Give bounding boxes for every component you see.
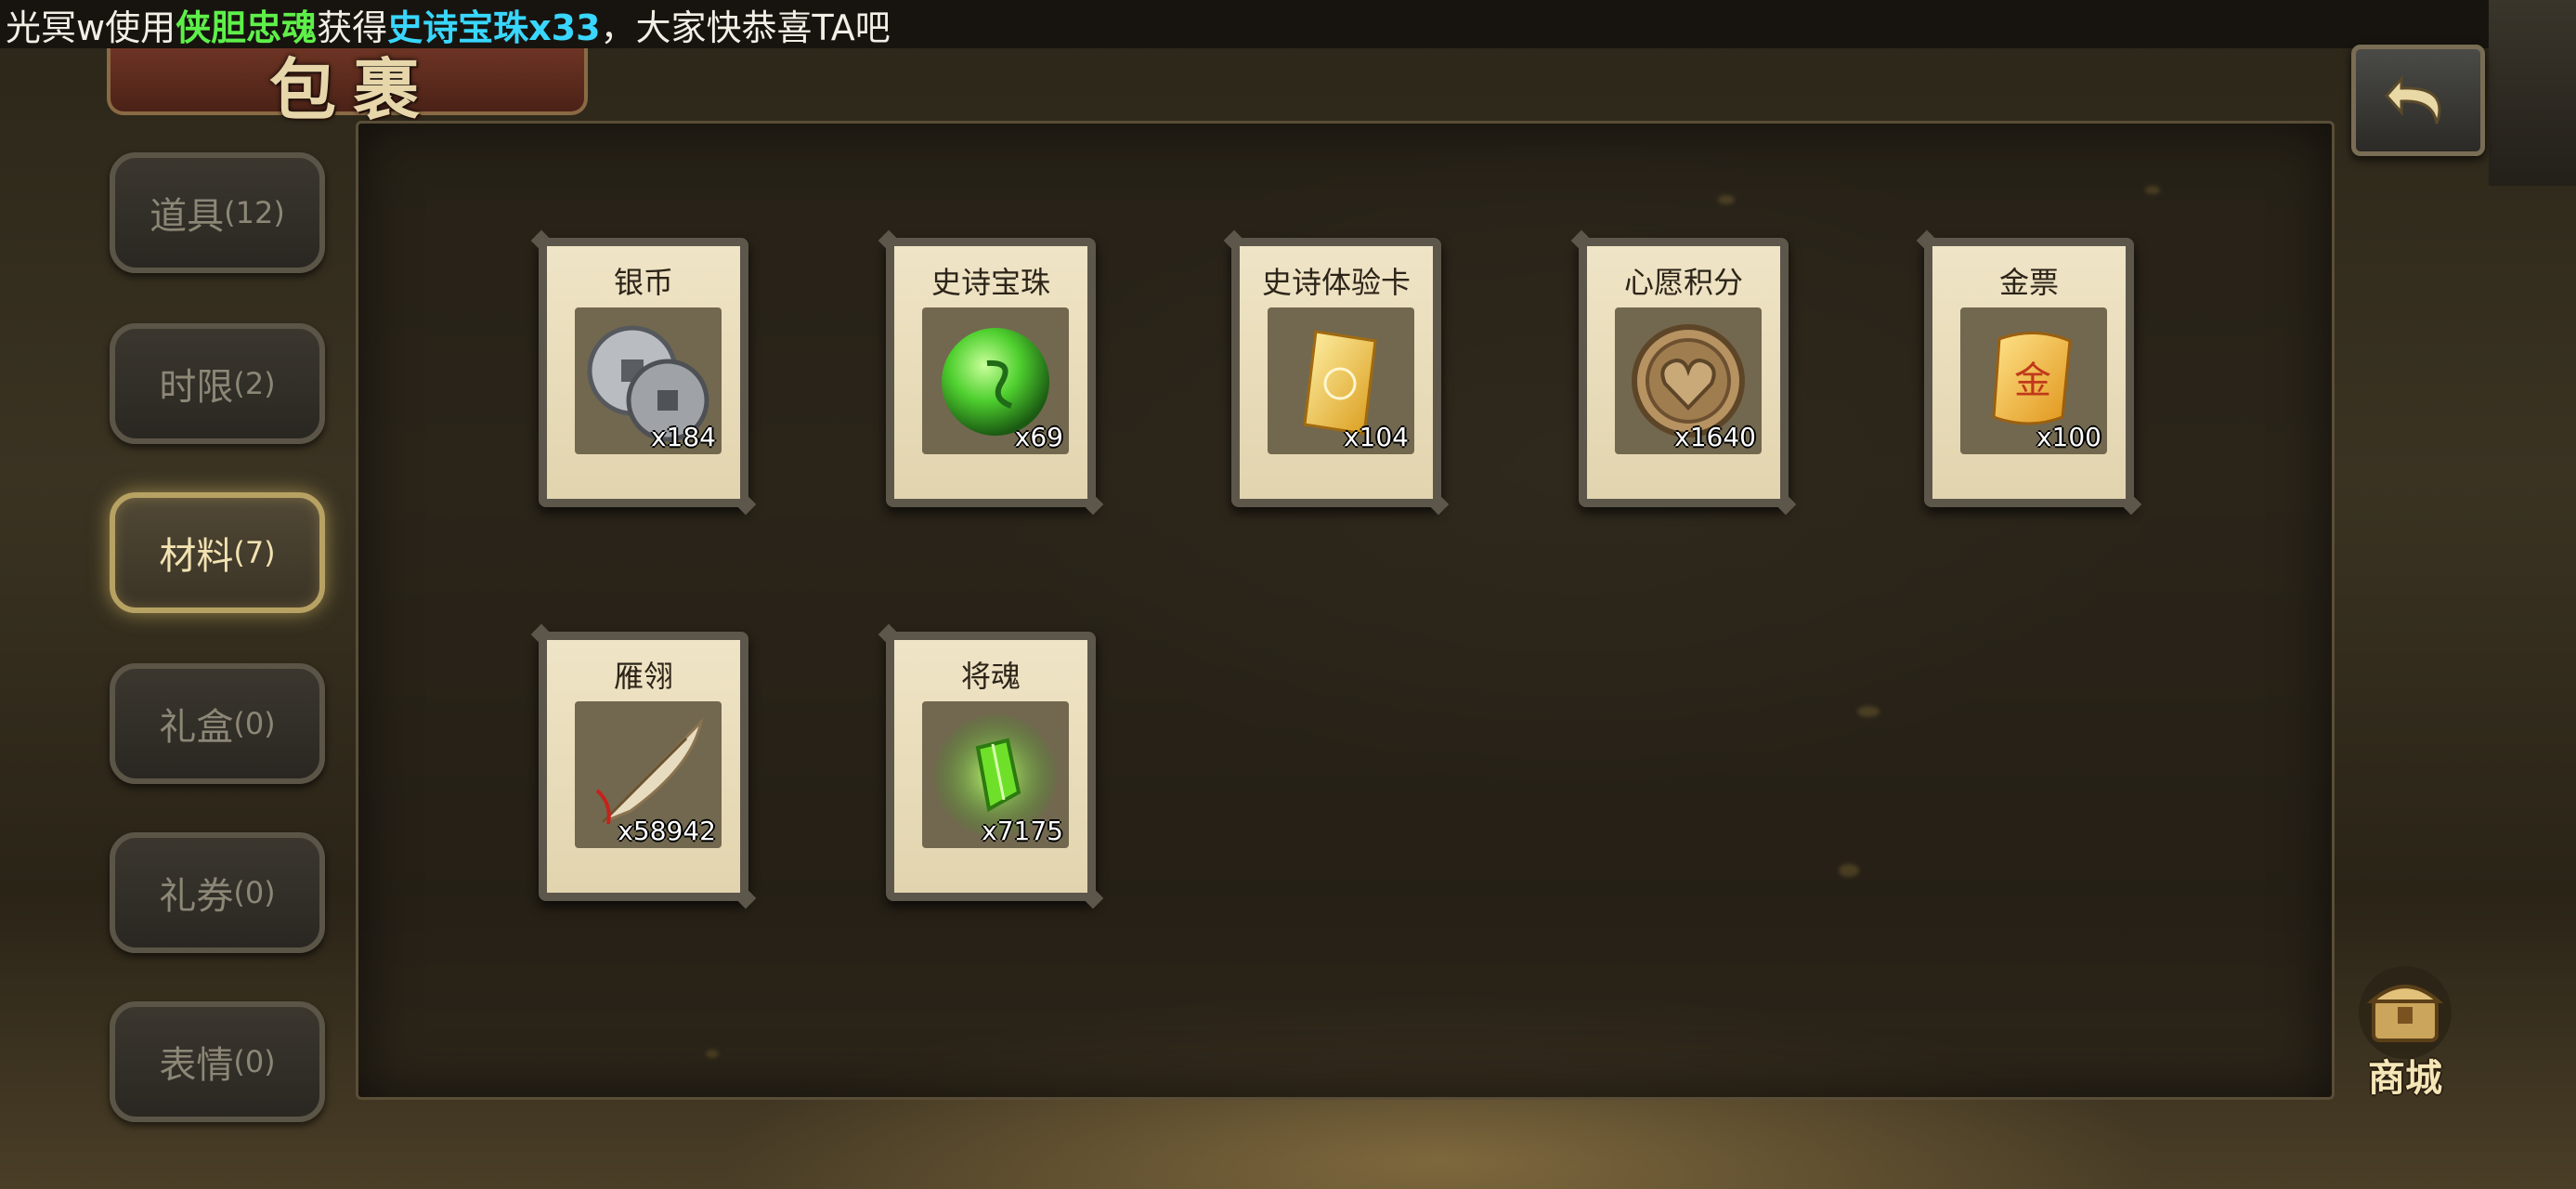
item-card-feather[interactable]: 雁翎 x58942 — [539, 632, 748, 901]
tab-label: 表情 — [159, 1044, 234, 1087]
tab-count: (0) — [233, 1044, 276, 1079]
marquee-text: 使用 — [105, 7, 176, 48]
tab-count: (7) — [233, 535, 276, 570]
item-card-epic-trial-card[interactable]: 史诗体验卡 x104 — [1231, 238, 1441, 507]
item-image: x58942 — [575, 701, 722, 848]
item-name: 雁翎 — [613, 659, 673, 694]
item-name: 史诗宝珠 — [930, 265, 1050, 300]
tab-gift-boxes[interactable]: 礼盒 (0) — [110, 663, 325, 784]
item-quantity: x100 — [2036, 422, 2101, 452]
tab-count: (12) — [224, 195, 285, 230]
tab-count: (2) — [233, 366, 276, 401]
page-title: 包裹 — [269, 50, 437, 129]
tab-items[interactable]: 道具 (12) — [110, 152, 325, 273]
item-name: 金票 — [1998, 265, 2059, 300]
item-quantity: x58942 — [618, 816, 716, 846]
shop-label: 商城 — [2368, 1057, 2442, 1100]
item-card-epic-orb[interactable]: 史诗宝珠 x69 — [886, 238, 1096, 507]
tab-label: 道具 — [150, 195, 225, 238]
item-image: x7175 — [922, 701, 1069, 848]
shop-chest-icon — [2359, 966, 2452, 1059]
item-name: 银币 — [613, 265, 673, 300]
item-quantity: x69 — [1014, 422, 1063, 452]
tab-label: 礼盒 — [159, 706, 234, 749]
svg-text:金: 金 — [2014, 359, 2051, 402]
back-arrow-icon — [2384, 75, 2441, 124]
tab-emotes[interactable]: 表情 (0) — [110, 1001, 325, 1122]
shop-button[interactable]: 商城 — [2340, 966, 2470, 1100]
tab-label: 时限 — [159, 366, 234, 409]
item-image: 金 x100 — [1960, 307, 2107, 454]
item-name: 心愿积分 — [1623, 265, 1743, 300]
item-name: 史诗体验卡 — [1261, 265, 1411, 300]
item-quantity: x184 — [650, 422, 716, 452]
tab-materials[interactable]: 材料 (7) — [110, 492, 325, 613]
item-card-wish-points[interactable]: 心愿积分 x1640 — [1579, 238, 1789, 507]
tab-gift-vouchers[interactable]: 礼券 (0) — [110, 832, 325, 953]
tab-timed[interactable]: 时限 (2) — [110, 323, 325, 444]
item-quantity: x104 — [1343, 422, 1409, 452]
item-image: x184 — [575, 307, 722, 454]
item-name: 将魂 — [960, 659, 1021, 694]
back-button[interactable] — [2351, 45, 2485, 156]
tab-label: 材料 — [159, 535, 234, 578]
item-card-gold-ticket[interactable]: 金票 金 x100 — [1924, 238, 2134, 507]
tab-count: (0) — [233, 875, 276, 910]
item-image: x104 — [1268, 307, 1414, 454]
marquee-text: ，大家快恭喜TA吧 — [600, 7, 891, 48]
tab-count: (0) — [233, 706, 276, 741]
item-card-silver-coin[interactable]: 银币 x184 — [539, 238, 748, 507]
item-image: x1640 — [1615, 307, 1762, 454]
item-quantity: x7175 — [982, 816, 1063, 846]
tab-label: 礼券 — [159, 875, 234, 918]
item-image: x69 — [922, 307, 1069, 454]
frame-ornament — [2489, 0, 2576, 186]
item-card-general-soul[interactable]: 将魂 x7175 — [886, 632, 1096, 901]
marquee-player-name: 光冥w — [6, 7, 106, 48]
item-quantity: x1640 — [1674, 422, 1756, 452]
